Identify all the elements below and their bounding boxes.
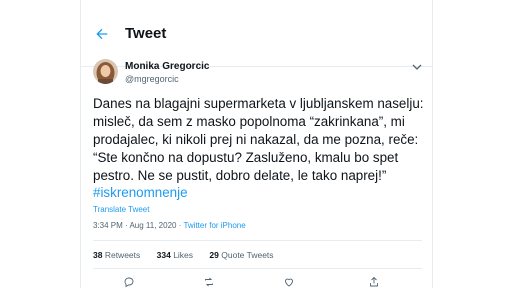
tweet-header: Tweet bbox=[81, 20, 432, 67]
tweet-actions bbox=[93, 276, 422, 288]
likes-count: 334 bbox=[156, 250, 171, 260]
tweet-stats: 38 Retweets 334 Likes 29 Quote Tweets bbox=[93, 250, 288, 260]
page-title: Tweet bbox=[125, 25, 167, 42]
avatar-photo bbox=[93, 59, 118, 84]
tweet-metadata: 3:34 PM · Aug 11, 2020 · Twitter for iPh… bbox=[93, 221, 246, 230]
retweet-icon[interactable] bbox=[203, 276, 215, 288]
likes-label: Likes bbox=[170, 250, 194, 260]
arrow-left-icon[interactable] bbox=[93, 26, 111, 42]
chevron-down-icon[interactable] bbox=[412, 63, 422, 71]
divider bbox=[93, 240, 422, 241]
share-icon[interactable] bbox=[368, 276, 380, 288]
tweet-timestamp[interactable]: 3:34 PM · Aug 11, 2020 · bbox=[93, 221, 183, 230]
retweets-stat[interactable]: 38 Retweets bbox=[93, 250, 140, 260]
hashtag-link[interactable]: #iskrenomnenje bbox=[93, 185, 188, 200]
tweet-text: Danes na blagajni supermarketa v ljublja… bbox=[93, 96, 424, 183]
likes-stat[interactable]: 334 Likes bbox=[157, 250, 193, 260]
quote-tweets-label: Quote Tweets bbox=[218, 250, 274, 260]
quote-tweets-count: 29 bbox=[209, 250, 219, 260]
retweets-label: Retweets bbox=[102, 250, 141, 260]
heart-icon[interactable] bbox=[283, 276, 295, 288]
author-name[interactable]: Monika Gregorcic bbox=[125, 61, 209, 72]
quote-tweets-stat[interactable]: 29 Quote Tweets bbox=[209, 250, 273, 260]
avatar[interactable] bbox=[93, 59, 118, 84]
divider bbox=[93, 268, 422, 269]
tweet-source-link[interactable]: Twitter for iPhone bbox=[183, 221, 245, 230]
author-handle[interactable]: @mgregorcic bbox=[125, 74, 179, 84]
reply-icon[interactable] bbox=[123, 276, 135, 288]
translate-tweet-link[interactable]: Translate Tweet bbox=[93, 205, 149, 214]
tweet-column: Tweet Monika Gregorcic @mgregorcic Danes… bbox=[80, 0, 433, 288]
